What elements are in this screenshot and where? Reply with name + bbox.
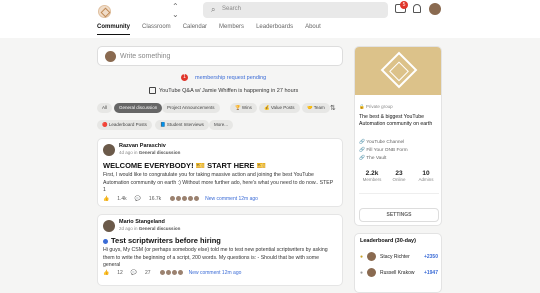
new-comment-link[interactable]: New comment 12m ago — [189, 270, 242, 276]
avatar — [367, 268, 376, 277]
medal-icon: ● — [360, 253, 364, 260]
medal-icon: ● — [360, 269, 364, 276]
hexagon-logo-icon — [380, 51, 418, 89]
tab-calendar[interactable]: Calendar — [183, 23, 207, 35]
pending-text: membership request pending — [195, 74, 267, 81]
author-avatar[interactable] — [103, 144, 115, 156]
tab-members[interactable]: Members — [219, 23, 244, 35]
post-card[interactable]: Razvan Paraschiv 4d ago in General discu… — [97, 138, 343, 207]
pending-count-badge: 1 — [181, 74, 188, 81]
comment-count: 27 — [145, 269, 151, 276]
filter-team[interactable]: 🤝 Team — [302, 103, 330, 113]
link-youtube-channel[interactable]: 🔗 YouTube Channel — [359, 140, 404, 145]
leader-points: +2350 — [423, 253, 438, 260]
calendar-icon — [149, 87, 156, 94]
filter-settings-icon[interactable]: ⇅ — [330, 104, 336, 112]
top-bar: ⌃ ⌄ ⌕ Search 5 Community Classroom Calend… — [0, 0, 540, 38]
post-footer: 👍 1.4k 💬 16.7k New comment 12m ago — [103, 195, 266, 202]
main-nav: Community Classroom Calendar Members Lea… — [97, 23, 333, 35]
leaderboard-row[interactable]: ● Russell Krakow +1947 — [360, 268, 438, 277]
link-onb-form[interactable]: 🔗 Fill Your ONB Form — [359, 148, 408, 153]
filter-leaderboard-posts[interactable]: 🔴 Leaderboard Posts — [97, 120, 152, 130]
like-icon[interactable]: 👍 — [103, 196, 109, 202]
tab-about[interactable]: About — [305, 23, 321, 35]
stat-online: 23 Online — [392, 170, 406, 182]
comment-icon[interactable]: 💬 — [131, 270, 137, 276]
composer-avatar — [105, 51, 116, 62]
filter-more[interactable]: More... — [209, 120, 234, 130]
filter-general-discussion[interactable]: General discussion — [114, 103, 163, 113]
post-body: First, I would like to congratulate you … — [103, 172, 334, 193]
post-footer: 👍 12 💬 27 New comment 12m ago — [103, 269, 249, 276]
post-meta: 2d ago in General discussion — [119, 226, 181, 231]
leader-points: +1947 — [423, 269, 438, 276]
privacy-label: 🔒 Private group — [359, 104, 393, 109]
leaderboard-title[interactable]: Leaderboard (30-day) — [360, 238, 416, 244]
divider — [359, 193, 439, 194]
filter-all[interactable]: All — [97, 103, 113, 113]
author-avatar[interactable] — [103, 220, 115, 232]
commenter-avatars — [158, 269, 184, 276]
link-the-vault[interactable]: 🔗 The Vault — [359, 156, 386, 161]
pending-requests-link[interactable]: 1 membership request pending — [181, 74, 266, 81]
group-logo-icon[interactable] — [98, 5, 111, 18]
unread-dot-icon — [103, 238, 108, 244]
filter-student-interviews[interactable]: 📘 Student Interviews — [155, 120, 209, 130]
leader-name: Stacy Richter — [380, 253, 410, 260]
like-icon[interactable]: 👍 — [103, 270, 109, 276]
chat-badge: 5 — [400, 1, 408, 9]
like-count: 1.4k — [117, 195, 127, 202]
search-input[interactable]: Search — [222, 6, 241, 12]
leaderboard-row[interactable]: ● Stacy Richter +2350 — [360, 252, 438, 261]
tab-community[interactable]: Community — [97, 23, 130, 35]
group-description: The best & biggest YouTube Automation co… — [359, 114, 433, 127]
group-sidebar: 🔒 Private group The best & biggest YouTu… — [354, 46, 442, 226]
user-avatar[interactable] — [429, 3, 441, 15]
tab-leaderboards[interactable]: Leaderboards — [256, 23, 293, 35]
stat-members: 2.2k Members — [362, 170, 382, 182]
filter-value-posts[interactable]: 💰 Value Posts — [259, 103, 300, 113]
post-body: Hi guys, My CSM (or perhaps somebody els… — [103, 247, 328, 268]
avatar — [367, 252, 376, 261]
commenter-avatars — [169, 195, 201, 202]
post-card[interactable]: Mario Stangeland 2d ago in General discu… — [97, 214, 343, 286]
post-composer[interactable]: Write something — [97, 46, 343, 66]
event-banner[interactable]: YouTube Q&A w/ Jamie Whiffen is happenin… — [149, 87, 298, 94]
post-title[interactable]: WELCOME EVERYBODY! 🎫 START HERE 🎫 — [103, 161, 266, 170]
search-bar[interactable]: ⌕ Search — [203, 2, 388, 18]
comment-count: 16.7k — [148, 195, 162, 202]
new-comment-link[interactable]: New comment 12m ago — [205, 196, 258, 202]
event-text: YouTube Q&A w/ Jamie Whiffen is happenin… — [159, 87, 299, 94]
search-icon: ⌕ — [211, 5, 216, 14]
group-stats: 2.2k Members 23 Online 10 Admins — [359, 170, 439, 182]
comment-icon[interactable]: 💬 — [135, 196, 141, 202]
filter-project-announcements[interactable]: Project Announcements — [162, 103, 220, 113]
post-author[interactable]: Razvan Paraschiv — [119, 143, 166, 149]
tab-classroom[interactable]: Classroom — [142, 23, 171, 35]
group-banner — [355, 47, 441, 95]
bell-icon[interactable] — [413, 4, 421, 13]
post-meta: 4d ago in General discussion — [119, 150, 181, 155]
leader-name: Russell Krakow — [380, 269, 415, 276]
chevron-updown-icon[interactable]: ⌃ ⌄ — [172, 3, 179, 19]
leaderboard-card: Leaderboard (30-day) ● Stacy Richter +23… — [354, 233, 442, 293]
filter-wins[interactable]: 🏆 Wins — [230, 103, 257, 113]
like-count: 12 — [117, 269, 123, 276]
stat-admins: 10 Admins — [418, 170, 434, 182]
post-title[interactable]: Test scriptwriters before hiring — [103, 236, 221, 245]
composer-input[interactable]: Write something — [120, 53, 170, 60]
post-author[interactable]: Mario Stangeland — [119, 219, 165, 225]
settings-button[interactable]: SETTINGS — [359, 208, 439, 222]
